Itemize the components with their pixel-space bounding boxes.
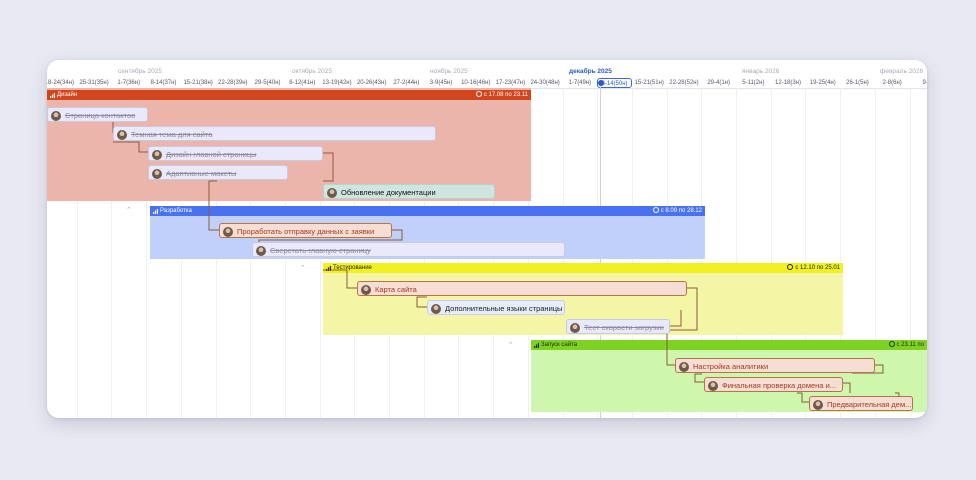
task-bar[interactable]: Карта сайта [357, 281, 687, 296]
avatar [431, 303, 441, 314]
avatar [361, 284, 371, 295]
task-bar[interactable]: Адаптивные макеты [148, 165, 288, 180]
task-bar[interactable]: Тест скорости загрузки [566, 319, 670, 334]
avatar [708, 380, 718, 391]
avatar [117, 129, 127, 140]
task-bar[interactable]: Темная тема для сайта [113, 126, 436, 141]
task-bar[interactable]: Страница контактов [47, 107, 148, 122]
task-bar[interactable]: Настройка аналитики [675, 358, 875, 373]
avatar [570, 322, 580, 333]
task-bar[interactable]: Проработать отправку данных с заявки [219, 223, 392, 238]
avatar [679, 361, 689, 372]
avatar [152, 168, 162, 179]
task-bar[interactable]: Предварительная дем... [809, 396, 913, 411]
task-bar[interactable]: Дополнительные языки страницы [427, 300, 565, 315]
avatar [152, 149, 162, 160]
avatar [223, 226, 233, 237]
avatar [813, 399, 823, 410]
avatar [327, 187, 337, 198]
gantt-chart: сентябрь 2025 октябрь 2025 ноябрь 2025 д… [47, 60, 927, 418]
task-bar[interactable]: Обновление документации [323, 184, 495, 199]
avatar [51, 110, 61, 121]
task-bar[interactable]: Дизайн главной страницы [148, 146, 323, 161]
avatar [256, 245, 266, 256]
task-bar[interactable]: Финальная проверка домена и... [704, 377, 843, 392]
task-bar[interactable]: Сверстать главную страницу [252, 242, 565, 257]
